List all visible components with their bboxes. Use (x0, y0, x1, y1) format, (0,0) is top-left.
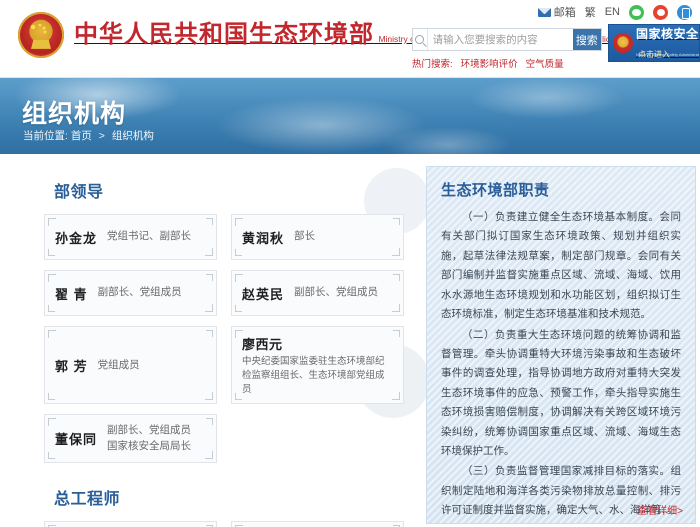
search-input[interactable] (427, 29, 573, 50)
leader-title: 部长 (294, 230, 316, 243)
hot-search-label: 热门搜索: (412, 59, 453, 70)
leader-title: 副部长、党组成员 国家核安全局局长 (107, 424, 192, 452)
breadcrumb-home-link[interactable]: 首页 (71, 130, 92, 142)
leader-name: 郭 芳 (55, 358, 88, 374)
card-corner-mark (48, 451, 55, 459)
duties-column: 生态环境部职责 （一）负责建立健全生态环境基本制度。会同有关部门拟订国家生态环境… (418, 166, 700, 527)
section-title: 部领导 (54, 184, 104, 201)
traditional-chinese-link[interactable]: 繁 (585, 4, 596, 20)
leader-name: 翟 青 (55, 286, 88, 302)
page-banner: 组织机构 当前位置: 首页 > 组织机构 (0, 78, 700, 154)
leader-title: 副部长、党组成员 (294, 286, 379, 299)
main-content: 部领导 孙金龙 党组书记、副部长 黄润秋 部长翟 青副部长、党组成员 赵英民 副部长、党组成… (0, 154, 700, 527)
leader-name: 黄润秋 (242, 230, 285, 246)
duties-title: 生态环境部职责 (441, 182, 550, 199)
mail-link[interactable]: 邮箱 (537, 4, 576, 20)
card-corner-mark (206, 274, 213, 281)
content-row: 部领导 孙金龙 党组书记、副部长 黄润秋 部长翟 青副部长、党组成员 赵英民 副部长、党组成… (0, 154, 700, 527)
wechat-icon[interactable] (629, 4, 644, 20)
search-icon (415, 35, 425, 44)
card-corner-mark (235, 393, 242, 401)
leader-card[interactable]: 赵英民 副部长、党组成员 (231, 270, 404, 316)
breadcrumb-separator: > (98, 130, 105, 142)
leader-card-grid: 田为勇核安全总工程师 刘炳江总工程师 (44, 520, 404, 527)
english-link[interactable]: EN (605, 6, 620, 18)
leader-title: 党组书记、副部长 (107, 230, 192, 243)
nuclear-name-cn: 国家核安全局 (636, 27, 699, 42)
search-area: 搜索 热门搜索: 环境影响评价 空气质量 (412, 28, 602, 70)
view-details-link[interactable]: 查看详细> (637, 502, 683, 517)
hot-search-row: 热门搜索: 环境影响评价 空气质量 (412, 56, 602, 70)
hot-keyword-2[interactable]: 空气质量 (526, 56, 564, 70)
duty-paragraph: （一）负责建立健全生态环境基本制度。会同有关部门拟订国家生态环境政策、规划并组织… (441, 211, 681, 321)
duty-paragraph: （二）负责重大生态环境问题的统筹协调和监督管理。牵头协调重特大环境污染事故和生态… (441, 328, 681, 458)
section-title: 总工程师 (54, 490, 121, 508)
leader-title: 中央纪委国家监委驻生态环境部纪检监察组组长、生态环境部党组成员 (242, 356, 385, 395)
breadcrumb-current: 组织机构 (111, 130, 154, 142)
leader-card[interactable]: 黄润秋 部长 (231, 214, 404, 260)
leader-card[interactable]: 董保同 副部长、党组成员 国家核安全局局长 (44, 414, 217, 463)
card-corner-mark (206, 218, 213, 225)
leader-card[interactable]: 廖西元中央纪委国家监委驻生态环境部纪检监察组组长、生态环境部党组成员 (231, 326, 404, 405)
leader-card[interactable]: 刘炳江总工程师 (231, 520, 404, 527)
card-corner-mark (393, 218, 400, 225)
card-corner-mark (393, 330, 400, 337)
leader-card[interactable]: 孙金龙 党组书记、副部长 (44, 214, 217, 260)
leader-card[interactable]: 田为勇核安全总工程师 (44, 520, 217, 527)
utility-links: 邮箱 繁 EN (537, 4, 692, 20)
duties-panel: 生态环境部职责 （一）负责建立健全生态环境基本制度。会同有关部门拟订国家生态环境… (426, 166, 696, 524)
hot-keyword-1[interactable]: 环境影响评价 (461, 56, 518, 70)
brand-title-cn: 中华人民共和国生态环境部 (74, 21, 374, 49)
card-corner-mark (206, 418, 213, 426)
leader-sections: 部领导 孙金龙 党组书记、副部长 黄润秋 部长翟 青副部长、党组成员 赵英民 副部长、党组成… (44, 178, 404, 527)
leader-name: 董保同 (55, 432, 98, 448)
mobile-app-icon[interactable] (677, 4, 692, 20)
leader-title: 党组成员 (97, 358, 140, 371)
leader-card-grid: 孙金龙 党组书记、副部长 黄润秋 部长翟 青副部长、党组成员 赵英民 副部长、党组成员郭 … (44, 214, 404, 463)
card-corner-mark (235, 249, 242, 256)
card-corner-mark (48, 393, 55, 401)
card-corner-mark (206, 330, 213, 337)
leader-name: 赵英民 (242, 286, 285, 302)
breadcrumb-label: 当前位置: (23, 130, 68, 142)
breadcrumb: 当前位置: 首页 > 组织机构 (23, 128, 154, 143)
duties-body: （一）负责建立健全生态环境基本制度。会同有关部门拟订国家生态环境政策、规划并组织… (441, 208, 681, 521)
card-corner-mark (48, 249, 55, 256)
search-box: 搜索 (412, 28, 602, 51)
leader-card[interactable]: 翟 青副部长、党组成员 (44, 270, 217, 316)
search-icon-cell (413, 29, 428, 50)
leaders-column: 部领导 孙金龙 党组书记、副部长 黄润秋 部长翟 青副部长、党组成员 赵英民 副部长、党组成… (0, 166, 418, 527)
national-emblem-icon (18, 12, 64, 58)
leader-name: 廖西元 (242, 337, 283, 352)
leader-card[interactable]: 郭 芳党组成员 (44, 326, 217, 405)
site-header: 中华人民共和国生态环境部 Ministry of Ecology and Env… (0, 0, 700, 78)
card-corner-mark (48, 305, 55, 312)
page-title: 组织机构 (22, 100, 127, 128)
mail-icon (537, 7, 551, 17)
leader-title: 副部长、党组成员 (97, 286, 182, 299)
nuclear-enter-label: 点击进入 (638, 50, 670, 59)
search-button[interactable]: 搜索 (572, 29, 601, 50)
card-corner-mark (235, 305, 242, 312)
mail-label: 邮箱 (553, 7, 576, 19)
leader-name: 孙金龙 (55, 230, 98, 246)
nuclear-safety-banner[interactable]: 国家核安全局 National Nuclear Safety Administr… (608, 24, 700, 62)
card-corner-mark (393, 274, 400, 281)
weibo-icon[interactable] (653, 4, 668, 20)
